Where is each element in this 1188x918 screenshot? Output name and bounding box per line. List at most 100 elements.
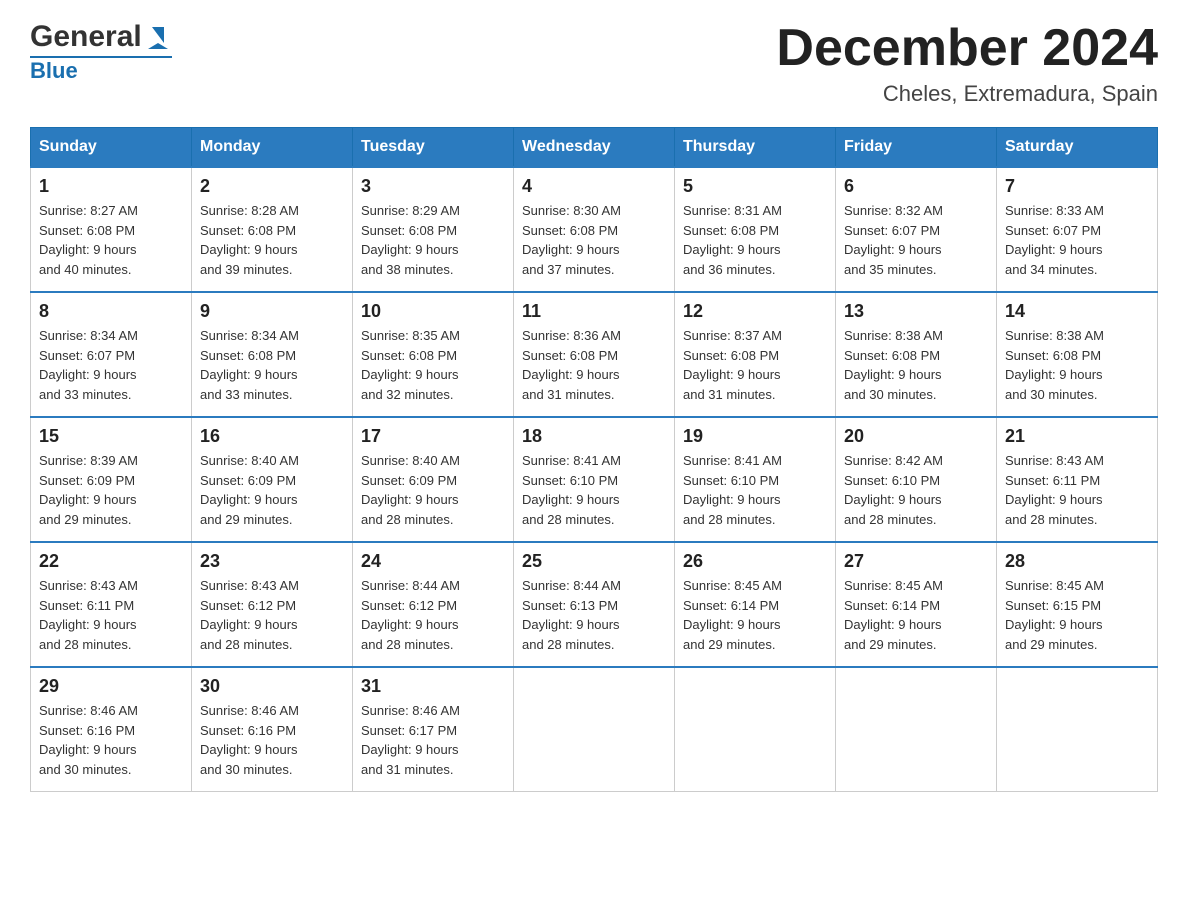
calendar-header-saturday: Saturday [997,128,1158,168]
day-info: Sunrise: 8:45 AM Sunset: 6:14 PM Dayligh… [683,576,827,654]
logo-triangle-icon [144,23,172,51]
calendar-cell: 29 Sunrise: 8:46 AM Sunset: 6:16 PM Dayl… [31,667,192,792]
day-info: Sunrise: 8:32 AM Sunset: 6:07 PM Dayligh… [844,201,988,279]
day-number: 5 [683,176,827,197]
day-info: Sunrise: 8:45 AM Sunset: 6:14 PM Dayligh… [844,576,988,654]
calendar-cell: 14 Sunrise: 8:38 AM Sunset: 6:08 PM Dayl… [997,292,1158,417]
calendar-cell: 3 Sunrise: 8:29 AM Sunset: 6:08 PM Dayli… [353,167,514,292]
day-number: 21 [1005,426,1149,447]
day-number: 11 [522,301,666,322]
day-number: 28 [1005,551,1149,572]
logo-general-text: General [30,20,142,54]
day-info: Sunrise: 8:46 AM Sunset: 6:16 PM Dayligh… [39,701,183,779]
logo: General Blue [30,20,172,84]
calendar-cell: 28 Sunrise: 8:45 AM Sunset: 6:15 PM Dayl… [997,542,1158,667]
day-number: 19 [683,426,827,447]
day-number: 26 [683,551,827,572]
day-info: Sunrise: 8:43 AM Sunset: 6:11 PM Dayligh… [1005,451,1149,529]
calendar-week-row: 22 Sunrise: 8:43 AM Sunset: 6:11 PM Dayl… [31,542,1158,667]
calendar-cell: 10 Sunrise: 8:35 AM Sunset: 6:08 PM Dayl… [353,292,514,417]
day-number: 15 [39,426,183,447]
calendar-cell: 8 Sunrise: 8:34 AM Sunset: 6:07 PM Dayli… [31,292,192,417]
day-number: 30 [200,676,344,697]
calendar-cell: 18 Sunrise: 8:41 AM Sunset: 6:10 PM Dayl… [514,417,675,542]
calendar-cell: 16 Sunrise: 8:40 AM Sunset: 6:09 PM Dayl… [192,417,353,542]
calendar-table: SundayMondayTuesdayWednesdayThursdayFrid… [30,127,1158,792]
calendar-cell: 25 Sunrise: 8:44 AM Sunset: 6:13 PM Dayl… [514,542,675,667]
calendar-cell: 12 Sunrise: 8:37 AM Sunset: 6:08 PM Dayl… [675,292,836,417]
day-number: 12 [683,301,827,322]
day-info: Sunrise: 8:40 AM Sunset: 6:09 PM Dayligh… [200,451,344,529]
calendar-cell [997,667,1158,792]
calendar-week-row: 1 Sunrise: 8:27 AM Sunset: 6:08 PM Dayli… [31,167,1158,292]
main-title: December 2024 [776,20,1158,77]
calendar-header-tuesday: Tuesday [353,128,514,168]
day-number: 7 [1005,176,1149,197]
calendar-header-thursday: Thursday [675,128,836,168]
day-info: Sunrise: 8:42 AM Sunset: 6:10 PM Dayligh… [844,451,988,529]
calendar-cell [836,667,997,792]
day-number: 29 [39,676,183,697]
day-number: 10 [361,301,505,322]
logo-blue-text: Blue [30,58,78,84]
day-number: 3 [361,176,505,197]
calendar-cell: 20 Sunrise: 8:42 AM Sunset: 6:10 PM Dayl… [836,417,997,542]
day-info: Sunrise: 8:35 AM Sunset: 6:08 PM Dayligh… [361,326,505,404]
day-info: Sunrise: 8:41 AM Sunset: 6:10 PM Dayligh… [522,451,666,529]
day-number: 31 [361,676,505,697]
calendar-cell: 19 Sunrise: 8:41 AM Sunset: 6:10 PM Dayl… [675,417,836,542]
day-number: 14 [1005,301,1149,322]
calendar-header-row: SundayMondayTuesdayWednesdayThursdayFrid… [31,128,1158,168]
day-number: 16 [200,426,344,447]
calendar-cell: 11 Sunrise: 8:36 AM Sunset: 6:08 PM Dayl… [514,292,675,417]
day-info: Sunrise: 8:40 AM Sunset: 6:09 PM Dayligh… [361,451,505,529]
calendar-cell: 22 Sunrise: 8:43 AM Sunset: 6:11 PM Dayl… [31,542,192,667]
day-info: Sunrise: 8:33 AM Sunset: 6:07 PM Dayligh… [1005,201,1149,279]
day-info: Sunrise: 8:46 AM Sunset: 6:17 PM Dayligh… [361,701,505,779]
day-number: 20 [844,426,988,447]
page-header: General Blue December 2024 Cheles, Extre… [30,20,1158,107]
day-info: Sunrise: 8:43 AM Sunset: 6:11 PM Dayligh… [39,576,183,654]
day-number: 25 [522,551,666,572]
day-number: 1 [39,176,183,197]
calendar-cell: 23 Sunrise: 8:43 AM Sunset: 6:12 PM Dayl… [192,542,353,667]
day-info: Sunrise: 8:30 AM Sunset: 6:08 PM Dayligh… [522,201,666,279]
day-info: Sunrise: 8:29 AM Sunset: 6:08 PM Dayligh… [361,201,505,279]
calendar-cell: 30 Sunrise: 8:46 AM Sunset: 6:16 PM Dayl… [192,667,353,792]
day-number: 9 [200,301,344,322]
calendar-header-monday: Monday [192,128,353,168]
day-number: 6 [844,176,988,197]
day-info: Sunrise: 8:38 AM Sunset: 6:08 PM Dayligh… [1005,326,1149,404]
calendar-cell: 2 Sunrise: 8:28 AM Sunset: 6:08 PM Dayli… [192,167,353,292]
calendar-week-row: 8 Sunrise: 8:34 AM Sunset: 6:07 PM Dayli… [31,292,1158,417]
subtitle: Cheles, Extremadura, Spain [776,81,1158,107]
day-info: Sunrise: 8:36 AM Sunset: 6:08 PM Dayligh… [522,326,666,404]
day-info: Sunrise: 8:34 AM Sunset: 6:08 PM Dayligh… [200,326,344,404]
calendar-header-sunday: Sunday [31,128,192,168]
day-info: Sunrise: 8:27 AM Sunset: 6:08 PM Dayligh… [39,201,183,279]
day-number: 17 [361,426,505,447]
day-number: 4 [522,176,666,197]
calendar-header-friday: Friday [836,128,997,168]
calendar-cell: 31 Sunrise: 8:46 AM Sunset: 6:17 PM Dayl… [353,667,514,792]
calendar-cell: 26 Sunrise: 8:45 AM Sunset: 6:14 PM Dayl… [675,542,836,667]
day-info: Sunrise: 8:28 AM Sunset: 6:08 PM Dayligh… [200,201,344,279]
calendar-cell: 9 Sunrise: 8:34 AM Sunset: 6:08 PM Dayli… [192,292,353,417]
calendar-week-row: 15 Sunrise: 8:39 AM Sunset: 6:09 PM Dayl… [31,417,1158,542]
calendar-week-row: 29 Sunrise: 8:46 AM Sunset: 6:16 PM Dayl… [31,667,1158,792]
calendar-cell: 1 Sunrise: 8:27 AM Sunset: 6:08 PM Dayli… [31,167,192,292]
day-info: Sunrise: 8:43 AM Sunset: 6:12 PM Dayligh… [200,576,344,654]
day-info: Sunrise: 8:41 AM Sunset: 6:10 PM Dayligh… [683,451,827,529]
calendar-cell: 5 Sunrise: 8:31 AM Sunset: 6:08 PM Dayli… [675,167,836,292]
calendar-cell: 4 Sunrise: 8:30 AM Sunset: 6:08 PM Dayli… [514,167,675,292]
day-number: 22 [39,551,183,572]
day-info: Sunrise: 8:45 AM Sunset: 6:15 PM Dayligh… [1005,576,1149,654]
day-info: Sunrise: 8:37 AM Sunset: 6:08 PM Dayligh… [683,326,827,404]
calendar-cell: 21 Sunrise: 8:43 AM Sunset: 6:11 PM Dayl… [997,417,1158,542]
day-info: Sunrise: 8:46 AM Sunset: 6:16 PM Dayligh… [200,701,344,779]
day-info: Sunrise: 8:38 AM Sunset: 6:08 PM Dayligh… [844,326,988,404]
calendar-cell: 13 Sunrise: 8:38 AM Sunset: 6:08 PM Dayl… [836,292,997,417]
title-block: December 2024 Cheles, Extremadura, Spain [776,20,1158,107]
calendar-cell: 17 Sunrise: 8:40 AM Sunset: 6:09 PM Dayl… [353,417,514,542]
calendar-cell [675,667,836,792]
